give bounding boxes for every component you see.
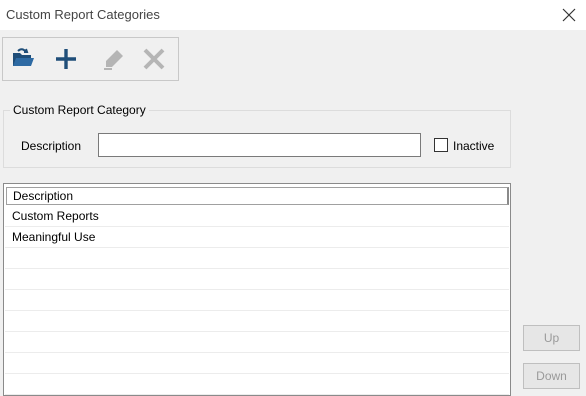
title-bar: Custom Report Categories	[0, 0, 586, 30]
table-row[interactable]	[5, 269, 509, 290]
x-delete-icon	[143, 48, 165, 70]
edit-button[interactable]	[97, 42, 131, 76]
open-folder-button[interactable]	[6, 42, 40, 76]
close-icon	[562, 8, 576, 22]
delete-button[interactable]	[137, 42, 171, 76]
pencil-icon	[104, 50, 123, 70]
close-button[interactable]	[552, 2, 586, 28]
table-row[interactable]	[5, 374, 509, 395]
toolbar	[2, 37, 179, 81]
inactive-label: Inactive	[453, 139, 495, 153]
table-row[interactable]: Custom Reports	[5, 206, 509, 227]
table-row[interactable]	[5, 248, 509, 269]
table-row[interactable]	[5, 311, 509, 332]
table-row[interactable]	[5, 353, 509, 374]
table-row[interactable]	[5, 290, 509, 311]
category-grid[interactable]: Description Custom Reports Meaningful Us…	[3, 183, 511, 396]
down-button[interactable]: Down	[523, 363, 580, 389]
plus-icon	[56, 49, 76, 69]
inactive-checkbox[interactable]	[434, 138, 448, 152]
folder-open-icon	[13, 48, 34, 66]
grid-column-header-description[interactable]: Description	[6, 187, 509, 205]
up-button[interactable]: Up	[523, 325, 580, 351]
groupbox-legend: Custom Report Category	[10, 103, 149, 117]
table-row[interactable]	[5, 332, 509, 353]
window-title: Custom Report Categories	[6, 7, 160, 22]
add-button[interactable]	[49, 42, 83, 76]
description-input[interactable]	[98, 133, 421, 157]
table-row[interactable]: Meaningful Use	[5, 227, 509, 248]
description-label: Description	[21, 139, 82, 153]
